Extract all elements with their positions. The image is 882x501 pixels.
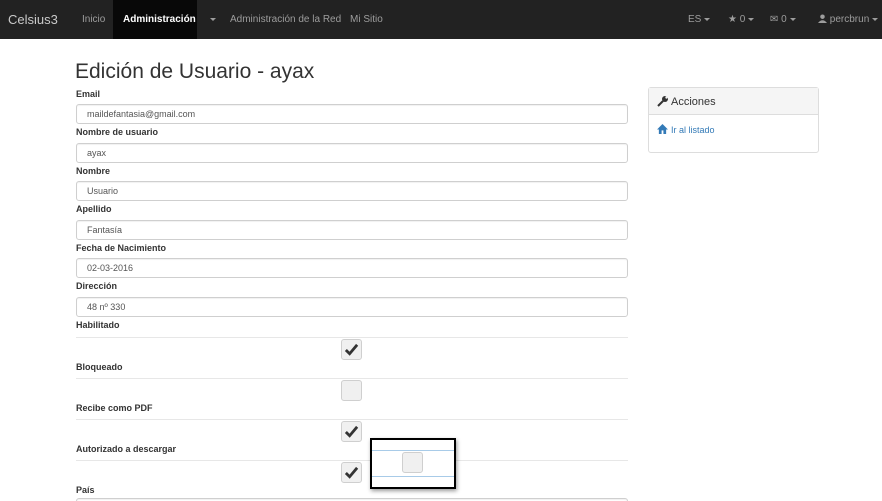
bloqueado-checkbox[interactable] xyxy=(341,380,362,401)
nav-mi-sitio[interactable]: Mi Sitio xyxy=(350,14,383,25)
divider xyxy=(76,419,628,420)
envelope-icon: ✉ xyxy=(770,14,779,25)
chevron-down-icon xyxy=(748,17,755,21)
nombre-label: Nombre xyxy=(76,166,111,176)
habilitado-checkbox[interactable] xyxy=(341,339,362,360)
nav-administracion[interactable]: Administración xyxy=(113,0,197,39)
user-icon xyxy=(818,14,827,23)
brand-link[interactable]: Celsius3 xyxy=(8,12,58,27)
apellido-value: Fantasía xyxy=(87,225,123,235)
messages-dropdown[interactable]: ✉ 0 xyxy=(770,14,796,25)
divider xyxy=(372,476,454,477)
apellido-label: Apellido xyxy=(76,204,112,214)
top-navbar: Celsius3 Inicio Administración Administr… xyxy=(0,0,882,39)
language-dropdown[interactable]: ES xyxy=(688,14,711,25)
username-value: ayax xyxy=(87,148,107,158)
ir-al-listado-link[interactable]: Ir al listado xyxy=(671,125,715,135)
email-field[interactable]: maildefantasia@gmail.com xyxy=(76,104,628,124)
language-label: ES xyxy=(688,14,702,25)
habilitado-label: Habilitado xyxy=(76,320,120,330)
nav-dropdown-toggle[interactable] xyxy=(207,14,216,25)
nombre-field[interactable]: Usuario xyxy=(76,181,628,201)
user-dropdown[interactable]: percbrun xyxy=(818,14,879,25)
recibe-pdf-label: Recibe como PDF xyxy=(76,403,153,413)
autorizado-checkbox[interactable] xyxy=(341,462,362,483)
favorites-count: 0 xyxy=(739,14,746,25)
acciones-panel: Acciones Ir al listado xyxy=(648,87,819,153)
checkbox-preview[interactable] xyxy=(402,452,423,473)
panel-title: Acciones xyxy=(671,96,716,108)
divider xyxy=(76,378,628,379)
bloqueado-label: Bloqueado xyxy=(76,362,123,372)
autorizado-label: Autorizado a descargar xyxy=(76,444,177,454)
divider xyxy=(76,460,628,461)
nav-admin-red[interactable]: Administración de la Red xyxy=(230,14,341,25)
chevron-down-icon xyxy=(704,17,711,21)
recibe-pdf-checkbox[interactable] xyxy=(341,421,362,442)
favorites-dropdown[interactable]: ★ 0 xyxy=(728,14,755,25)
direccion-field[interactable]: 48 nº 330 xyxy=(76,297,628,317)
fecha-label: Fecha de Nacimiento xyxy=(76,243,167,253)
email-value: maildefantasia@gmail.com xyxy=(87,109,196,119)
chevron-down-icon xyxy=(210,17,216,21)
home-icon xyxy=(657,124,668,134)
check-icon xyxy=(344,466,359,479)
fecha-value: 02-03-2016 xyxy=(87,263,134,273)
direccion-value: 48 nº 330 xyxy=(87,302,126,312)
divider xyxy=(76,337,628,338)
apellido-field[interactable]: Fantasía xyxy=(76,220,628,240)
user-name: percbrun xyxy=(829,14,870,25)
pais-label: País xyxy=(76,485,95,495)
direccion-label: Dirección xyxy=(76,281,118,291)
star-icon: ★ xyxy=(728,14,737,25)
check-icon xyxy=(344,343,359,356)
page-title: Edición de Usuario - ayax xyxy=(75,60,315,83)
check-icon xyxy=(344,425,359,438)
wrench-icon xyxy=(657,96,668,107)
chevron-down-icon xyxy=(872,17,879,21)
nav-inicio[interactable]: Inicio xyxy=(82,14,105,25)
divider xyxy=(372,450,454,451)
email-label: Email xyxy=(76,89,101,99)
drag-preview-popup xyxy=(370,438,456,489)
chevron-down-icon xyxy=(789,17,796,21)
nav-administracion-label: Administración xyxy=(123,14,196,25)
fecha-field[interactable]: 02-03-2016 xyxy=(76,258,628,278)
username-field[interactable]: ayax xyxy=(76,143,628,163)
panel-heading: Acciones xyxy=(649,88,818,115)
username-label: Nombre de usuario xyxy=(76,127,159,137)
messages-count: 0 xyxy=(781,14,787,25)
nombre-value: Usuario xyxy=(87,186,119,196)
